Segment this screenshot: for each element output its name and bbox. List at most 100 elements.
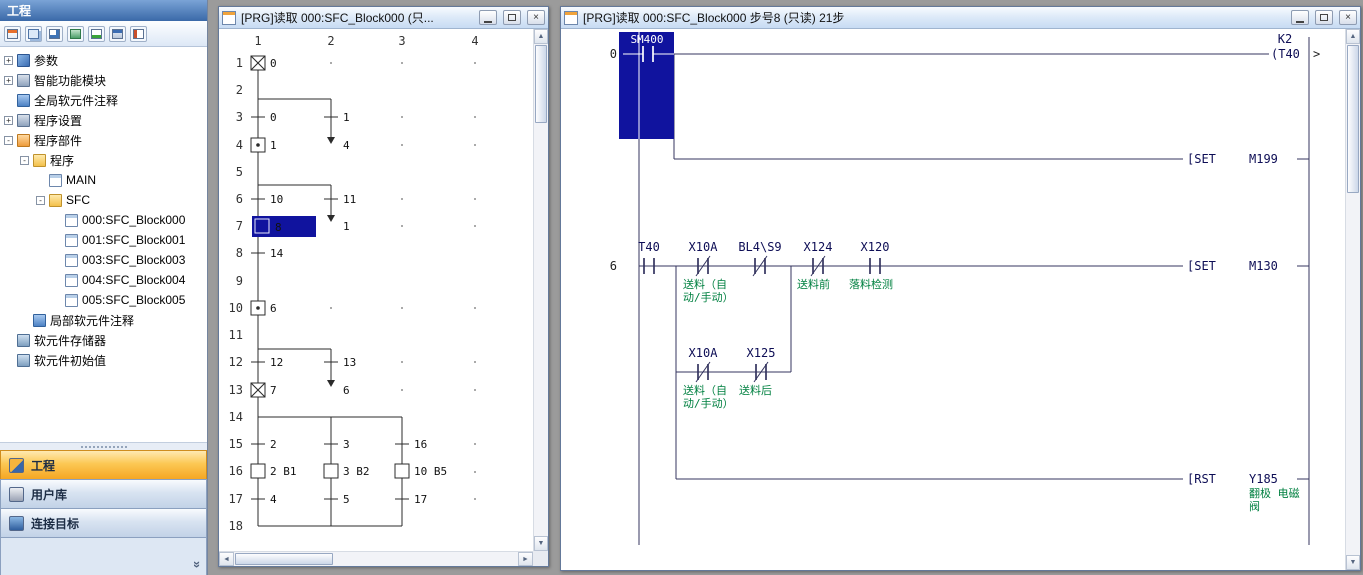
wrap-marker: > (1313, 47, 1320, 61)
contact-x125: X125 (747, 346, 776, 360)
sfc-grid-dots (330, 62, 476, 500)
ladder-rst-branch: [RST Y185 翻极 电磁 阀 (676, 472, 1309, 513)
sfc-diagram-canvas[interactable]: 1 2 3 4 1 2 3 4 5 6 7 8 9 (219, 29, 533, 553)
new-doc-icon[interactable] (4, 26, 21, 42)
minimize-button[interactable] (479, 10, 497, 25)
svg-text:1: 1 (343, 111, 350, 124)
expand-icon[interactable]: + (4, 116, 13, 125)
tree-item-program-setting[interactable]: +程序设置 (0, 110, 207, 130)
tree-item-main[interactable]: MAIN (0, 170, 207, 190)
svg-text:4: 4 (236, 138, 243, 152)
svg-text:2: 2 (236, 83, 243, 97)
panel-splitter[interactable] (0, 442, 207, 450)
library-icon (9, 487, 24, 502)
pou-icon (17, 134, 30, 147)
close-button[interactable]: × (1339, 10, 1357, 25)
tree-item-sfc[interactable]: -SFC (0, 190, 207, 210)
sfc-window-title-bar[interactable]: [PRG]读取 000:SFC_Block000 (只... × (219, 7, 548, 29)
sfc-block-icon (65, 254, 78, 267)
svg-text:14: 14 (229, 410, 243, 424)
comment-y185: 翻极 电磁 (1249, 486, 1300, 500)
tree-item-global-device-comment[interactable]: 全局软元件注释 (0, 90, 207, 110)
scroll-up-button[interactable]: ▲ (1346, 29, 1360, 44)
collapse-icon[interactable]: - (36, 196, 45, 205)
svg-text:9: 9 (236, 274, 243, 288)
tree-item-device-memory[interactable]: 软元件存储器 (0, 330, 207, 350)
svg-text:阀: 阀 (1249, 499, 1260, 513)
tree-item-sfc-block000[interactable]: 000:SFC_Block000 (0, 210, 207, 230)
svg-text:1: 1 (343, 220, 350, 233)
tree-item-sfc-block004[interactable]: 004:SFC_Block004 (0, 270, 207, 290)
collapse-icon[interactable]: - (4, 136, 13, 145)
tree-item-local-device-comment[interactable]: 局部软元件注释 (0, 310, 207, 330)
ladder-window: [PRG]读取 000:SFC_Block000 步号8 (只读) 21步 × … (560, 6, 1361, 571)
program-file-icon (49, 174, 62, 187)
sfc-horizontal-scrollbar[interactable]: ◄ ► (219, 551, 533, 566)
project-tree: +参数 +智能功能模块 全局软元件注释 +程序设置 -程序部件 -程序 MAIN… (0, 47, 207, 442)
connection-icon (9, 516, 24, 531)
sfc-step-labels: 0 0 1 1 4 10 11 8 1 14 6 12 13 7 (270, 57, 447, 506)
svg-text:10: 10 (229, 301, 243, 315)
nav-connection-button[interactable]: 连接目标 (0, 508, 207, 537)
scroll-thumb[interactable] (535, 45, 547, 123)
tree-item-sfc-block001[interactable]: 001:SFC_Block001 (0, 230, 207, 250)
window-arrange-icon[interactable] (130, 26, 147, 42)
expand-icon[interactable]: + (4, 56, 13, 65)
tree-item-parameter[interactable]: +参数 (0, 50, 207, 70)
more-panels-chevron-icon[interactable]: » (190, 561, 205, 568)
project-panel-title: 工程 (7, 2, 31, 19)
contact-t40: T40 (638, 240, 660, 254)
scroll-thumb[interactable] (235, 553, 333, 565)
minimize-icon (1296, 21, 1304, 23)
comment-x10a: 送料（自 (683, 277, 727, 291)
copy-icon[interactable] (25, 26, 42, 42)
restore-button[interactable] (503, 10, 521, 25)
sfc-column-headers: 1 2 3 4 (254, 34, 478, 48)
minimize-button[interactable] (1291, 10, 1309, 25)
sort-icon[interactable] (109, 26, 126, 42)
selected-step-number: 8 (275, 221, 282, 234)
sfc-vertical-scrollbar[interactable]: ▲ ▼ (533, 29, 548, 551)
close-button[interactable]: × (527, 10, 545, 25)
nav-project-button[interactable]: 工程 (0, 450, 207, 479)
project-icon (9, 458, 24, 473)
arrow-down-icon: ▼ (538, 540, 545, 547)
tree-item-pou[interactable]: -程序部件 (0, 130, 207, 150)
tree-item-sfc-block005[interactable]: 005:SFC_Block005 (0, 290, 207, 310)
ladder-canvas[interactable]: 0 SM400 K2 (T40 > (561, 29, 1345, 570)
comment-x120: 落料检测 (849, 277, 893, 291)
minimize-icon (484, 21, 492, 23)
scroll-down-button[interactable]: ▼ (534, 536, 548, 551)
scroll-thumb[interactable] (1347, 45, 1359, 193)
svg-text:5: 5 (343, 493, 350, 506)
ladder-vertical-scrollbar[interactable]: ▲ ▼ (1345, 29, 1360, 570)
svg-text:6: 6 (270, 302, 277, 315)
sfc-block-icon (65, 234, 78, 247)
tree-item-sfc-block003[interactable]: 003:SFC_Block003 (0, 250, 207, 270)
sfc-block-icon (65, 274, 78, 287)
comment-icon (17, 94, 30, 107)
restore-button[interactable] (1315, 10, 1333, 25)
svg-text:2: 2 (270, 438, 277, 451)
ladder-selection-highlight[interactable] (619, 32, 674, 139)
tree-item-program[interactable]: -程序 (0, 150, 207, 170)
scroll-right-button[interactable]: ► (518, 552, 533, 566)
scroll-left-button[interactable]: ◄ (219, 552, 234, 566)
scroll-up-button[interactable]: ▲ (534, 29, 548, 44)
nav-user-library-button[interactable]: 用户库 (0, 479, 207, 508)
device-y185: Y185 (1249, 472, 1278, 486)
svg-text:11: 11 (343, 193, 356, 206)
tree-item-intelligent-function-module[interactable]: +智能功能模块 (0, 70, 207, 90)
paste-icon[interactable] (46, 26, 63, 42)
expand-icon[interactable]: + (4, 76, 13, 85)
device-comment-icon[interactable] (67, 26, 84, 42)
scroll-down-button[interactable]: ▼ (1346, 555, 1360, 570)
device-memory-icon (17, 334, 30, 347)
svg-text:12: 12 (270, 356, 283, 369)
collapse-icon[interactable]: - (20, 156, 29, 165)
sfc-row-numbers: 1 2 3 4 5 6 7 8 9 10 11 12 13 14 (229, 56, 243, 533)
ladder-window-title-bar[interactable]: [PRG]读取 000:SFC_Block000 步号8 (只读) 21步 × (561, 7, 1360, 29)
verify-icon[interactable] (88, 26, 105, 42)
tree-item-device-initial-value[interactable]: 软元件初始值 (0, 350, 207, 370)
ladder-document-icon (564, 11, 578, 25)
